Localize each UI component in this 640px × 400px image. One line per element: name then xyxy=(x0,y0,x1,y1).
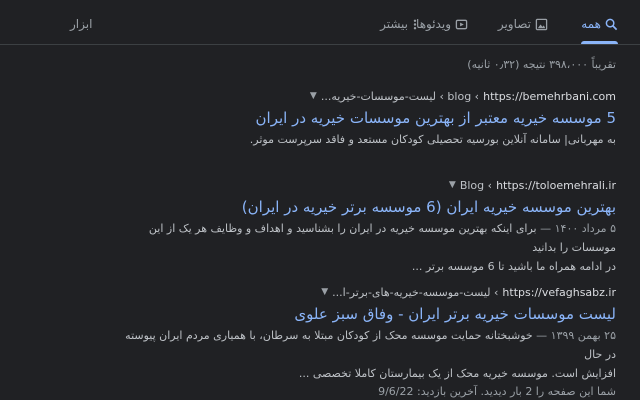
result-snippet-line2: در ادامه همراه ما باشید تا 6 موسسه برتر … xyxy=(411,260,616,273)
search-result: https://bemehrbani.com › blog › لیست-موس… xyxy=(116,88,616,149)
result-snippet-line2: افزایش است. موسسه خیریه محک از یک بیمارس… xyxy=(298,367,616,380)
tab-images[interactable]: تصاویر xyxy=(498,10,548,38)
result-path: › لیست-موسسه-خیریه-های-برتر-ا... xyxy=(332,285,499,299)
image-icon xyxy=(535,18,548,30)
result-path: › Blog xyxy=(459,178,493,192)
result-cite[interactable]: https://vefaghsabz.ir › لیست-موسسه-خیریه… xyxy=(116,284,616,300)
caret-down-icon[interactable]: ▼ xyxy=(449,180,456,190)
tab-more[interactable]: بیشتر xyxy=(380,10,418,38)
search-result: https://toloemehrali.ir › Blog ▼ بهترین … xyxy=(116,177,616,276)
result-cite[interactable]: https://toloemehrali.ir › Blog ▼ xyxy=(116,177,616,193)
tab-videos-label: ویدئوها xyxy=(416,17,451,31)
tab-images-label: تصاویر xyxy=(497,17,531,31)
video-icon xyxy=(455,19,468,29)
result-domain: https://bemehrbani.com xyxy=(483,89,616,103)
result-title-link[interactable]: لیست موسسات خیریه برتر ایران - وفاق سبز … xyxy=(116,304,616,324)
result-snippet: ۵ مرداد ۱۴۰۰ — برای اینکه بهترین موسسه خ… xyxy=(116,219,616,276)
result-stats: تقریباً ۳۹۸،۰۰۰ نتیجه (۰٫۳۲ ثانیه) xyxy=(467,58,616,71)
caret-down-icon[interactable]: ▼ xyxy=(310,91,317,101)
visited-note: شما این صفحه را 2 بار دیدید. آخرین بازدی… xyxy=(378,385,616,398)
tools-button[interactable]: ابزار xyxy=(70,10,92,38)
search-result: https://vefaghsabz.ir › لیست-موسسه-خیریه… xyxy=(116,284,616,400)
result-snippet: ۲۵ بهمن ۱۳۹۹ — خوشبختانه حمایت موسسه محک… xyxy=(116,326,616,383)
result-date: ۲۵ بهمن ۱۳۹۹ — xyxy=(536,329,616,342)
result-domain: https://toloemehrali.ir xyxy=(496,178,616,192)
result-title-link[interactable]: 5 موسسه خیریه معتبر از بهترین موسسات خیر… xyxy=(116,108,616,128)
tab-more-label: بیشتر xyxy=(380,17,408,31)
caret-down-icon[interactable]: ▼ xyxy=(321,287,328,297)
tab-videos[interactable]: ویدئوها xyxy=(416,10,468,38)
tools-label: ابزار xyxy=(70,17,93,31)
result-snippet: به مهربانی| سامانه آنلاین بورسیه تحصیلی … xyxy=(249,133,616,146)
tab-all-label: همه xyxy=(581,17,601,31)
search-icon xyxy=(605,18,618,30)
more-vert-icon xyxy=(413,19,417,29)
result-cite[interactable]: https://bemehrbani.com › blog › لیست-موس… xyxy=(116,88,616,104)
result-domain: https://vefaghsabz.ir xyxy=(502,285,616,299)
result-date: ۵ مرداد ۱۴۰۰ — xyxy=(540,222,616,235)
tab-all[interactable]: همه xyxy=(581,10,618,44)
result-path: › blog › لیست-موسسات-خیریه... xyxy=(320,89,480,103)
search-tabs-bar: همه تصاویر ویدئوها بیشتر ابزار xyxy=(0,0,640,45)
result-title-link[interactable]: بهترین موسسه خیریه ایران (6 موسسه برتر خ… xyxy=(116,197,616,217)
